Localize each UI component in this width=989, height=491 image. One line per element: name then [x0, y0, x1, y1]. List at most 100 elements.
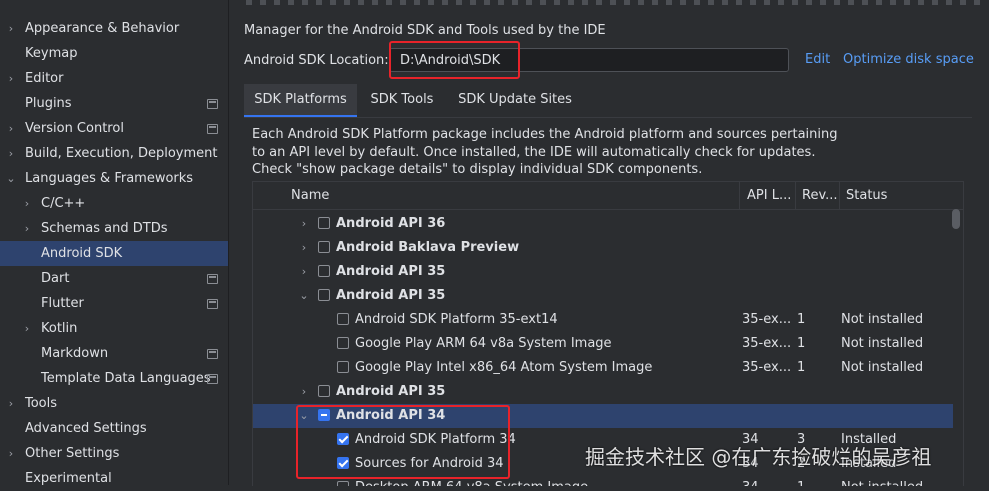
package-checkbox[interactable]: [318, 289, 330, 301]
chevron-right-icon[interactable]: ›: [21, 191, 33, 216]
sidebar-item-dart[interactable]: Dart: [0, 266, 228, 291]
column-separator: [795, 182, 796, 209]
package-checkbox[interactable]: [337, 481, 349, 486]
table-scrollbar[interactable]: [952, 209, 960, 229]
chevron-right-icon[interactable]: ›: [298, 380, 310, 404]
package-checkbox[interactable]: [318, 385, 330, 397]
table-row[interactable]: › Android API 36: [253, 212, 953, 236]
sidebar-item-label: Schemas and DTDs: [41, 221, 168, 236]
sidebar-item-label: Other Settings: [25, 446, 120, 461]
sidebar-item-languages-frameworks[interactable]: ⌄ Languages & Frameworks: [0, 166, 228, 191]
chevron-right-icon[interactable]: ›: [5, 16, 17, 41]
sdk-location-label: Android SDK Location:: [244, 53, 389, 68]
sidebar-item-keymap[interactable]: Keymap: [0, 41, 228, 66]
chevron-right-icon[interactable]: ›: [298, 260, 310, 284]
sidebar-item-editor[interactable]: › Editor: [0, 66, 228, 91]
project-settings-icon: [207, 299, 218, 309]
table-row[interactable]: Android SDK Platform 35-ext14 35-ex... 1 No…: [253, 308, 953, 332]
column-header-name[interactable]: Name: [291, 182, 329, 209]
table-row[interactable]: Google Play ARM 64 v8a System Image 35-ex…: [253, 332, 953, 356]
package-status: Not installed: [841, 360, 924, 375]
project-settings-icon: [207, 374, 218, 384]
sidebar-item-markdown[interactable]: Markdown: [0, 341, 228, 366]
column-header-status[interactable]: Status: [846, 182, 887, 209]
chevron-down-icon[interactable]: ⌄: [298, 284, 310, 308]
sidebar-item-appearance-behavior[interactable]: › Appearance & Behavior: [0, 16, 228, 41]
sidebar-item-label: Version Control: [25, 121, 124, 136]
project-settings-icon: [207, 99, 218, 109]
sidebar-item-label: Editor: [25, 71, 64, 86]
sidebar-item-kotlin[interactable]: › Kotlin: [0, 316, 228, 341]
edit-location-link[interactable]: Edit: [805, 52, 830, 67]
sidebar-item-build-execution-deployment[interactable]: › Build, Execution, Deployment: [0, 141, 228, 166]
sidebar-item-label: Flutter: [41, 296, 84, 311]
sidebar-item-label: Markdown: [41, 346, 109, 361]
chevron-right-icon[interactable]: ›: [5, 391, 17, 416]
tab-sdk-update-sites[interactable]: SDK Update Sites: [448, 84, 582, 115]
sidebar-item-label: Kotlin: [41, 321, 78, 336]
table-row[interactable]: › Android API 35: [253, 260, 953, 284]
chevron-right-icon[interactable]: ›: [298, 236, 310, 260]
sidebar-item-schemas-and-dtds[interactable]: › Schemas and DTDs: [0, 216, 228, 241]
chevron-right-icon[interactable]: ›: [5, 116, 17, 141]
package-api-level: 35-ex...: [742, 312, 792, 327]
table-row[interactable]: › Android Baklava Preview: [253, 236, 953, 260]
sidebar-item-label: Template Data Languages: [41, 371, 211, 386]
sidebar-item-tools[interactable]: › Tools: [0, 391, 228, 416]
chevron-right-icon[interactable]: ›: [5, 441, 17, 466]
sidebar-item-android-sdk[interactable]: Android SDK: [0, 241, 228, 266]
sidebar-item-flutter[interactable]: Flutter: [0, 291, 228, 316]
optimize-disk-space-link[interactable]: Optimize disk space: [843, 52, 974, 67]
table-row[interactable]: Google Play Intel x86_64 Atom System Ima…: [253, 356, 953, 380]
sidebar-item-c-c[interactable]: › C/C++: [0, 191, 228, 216]
settings-tree: › Appearance & Behavior Keymap › Editor Plugi…: [0, 0, 228, 486]
table-header: Name API L... Rev... Status: [253, 182, 963, 210]
sidebar-item-other-settings[interactable]: › Other Settings: [0, 441, 228, 466]
chevron-right-icon[interactable]: ›: [5, 141, 17, 166]
project-settings-icon: [207, 349, 218, 359]
package-checkbox[interactable]: [318, 217, 330, 229]
sidebar-item-label: Advanced Settings: [25, 421, 147, 436]
chevron-right-icon[interactable]: ›: [21, 316, 33, 341]
package-name: Android API 35: [336, 288, 446, 303]
annotation-box-sdk-location: [389, 41, 520, 79]
package-api-level: 35-ex...: [742, 336, 792, 351]
chevron-right-icon[interactable]: ›: [298, 212, 310, 236]
sidebar-item-label: C/C++: [41, 196, 86, 211]
annotation-box-api-34: [296, 405, 510, 479]
top-search-strip: [246, 0, 986, 5]
sidebar-item-template-data-languages[interactable]: Template Data Languages: [0, 366, 228, 391]
chevron-right-icon[interactable]: ›: [5, 66, 17, 91]
package-checkbox[interactable]: [337, 313, 349, 325]
table-row[interactable]: ⌄ Android API 35: [253, 284, 953, 308]
tab-sdk-tools[interactable]: SDK Tools: [360, 84, 444, 115]
package-name: Android Baklava Preview: [336, 240, 520, 255]
sidebar-item-experimental[interactable]: Experimental: [0, 466, 228, 491]
sidebar-item-label: Appearance & Behavior: [25, 21, 180, 36]
package-revision: 1: [797, 360, 806, 375]
chevron-down-icon[interactable]: ⌄: [5, 166, 17, 191]
package-checkbox[interactable]: [337, 337, 349, 349]
sidebar-item-label: Build, Execution, Deployment: [25, 146, 218, 161]
sidebar-item-label: Android SDK: [41, 246, 123, 261]
sidebar-item-label: Languages & Frameworks: [25, 171, 194, 186]
package-status: Not installed: [841, 336, 924, 351]
sidebar-item-advanced-settings[interactable]: Advanced Settings: [0, 416, 228, 441]
chevron-right-icon[interactable]: ›: [21, 216, 33, 241]
column-separator: [739, 182, 740, 209]
table-row[interactable]: › Android API 35: [253, 380, 953, 404]
package-name: Google Play Intel x86_64 Atom System Ima…: [355, 360, 653, 375]
package-name: Android API 35: [336, 384, 446, 399]
sidebar-item-version-control[interactable]: › Version Control: [0, 116, 228, 141]
column-header-api-level[interactable]: API L...: [747, 182, 791, 209]
package-revision: 1: [797, 336, 806, 351]
platforms-intro-text: Each Android SDK Platform package includ…: [252, 127, 838, 177]
package-checkbox[interactable]: [337, 361, 349, 373]
column-header-revision[interactable]: Rev...: [802, 182, 838, 209]
tab-sdk-platforms[interactable]: SDK Platforms: [244, 84, 357, 117]
package-checkbox[interactable]: [318, 265, 330, 277]
package-checkbox[interactable]: [318, 241, 330, 253]
sidebar-item-label: Tools: [25, 396, 58, 411]
package-revision: 1: [797, 312, 806, 327]
sidebar-item-plugins[interactable]: Plugins: [0, 91, 228, 116]
